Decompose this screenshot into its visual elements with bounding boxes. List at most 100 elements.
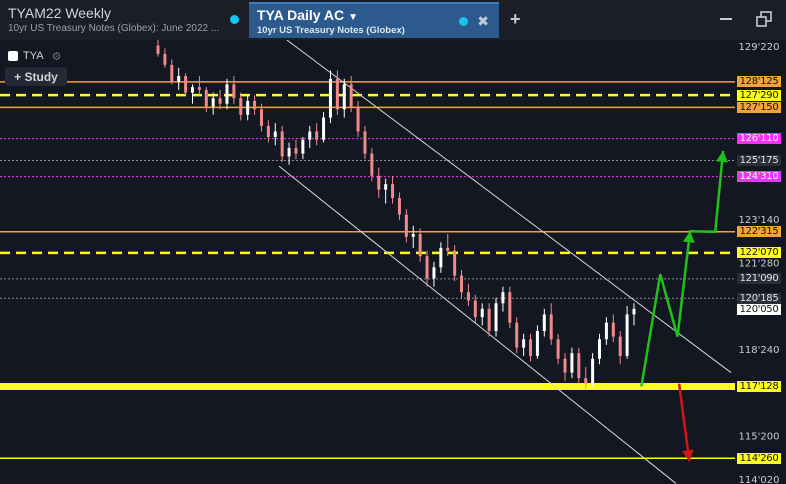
candle <box>549 303 553 345</box>
candle <box>466 283 470 307</box>
candle-body <box>356 106 360 132</box>
candle-body <box>529 339 533 356</box>
candle <box>184 73 188 96</box>
restore-window-icon[interactable] <box>756 11 772 27</box>
candle-body <box>349 84 353 107</box>
candle-body <box>225 84 229 104</box>
candle <box>522 333 526 356</box>
candle <box>218 89 222 110</box>
candle-body <box>453 250 457 276</box>
price-chart[interactable]: 129'220 123'140 121'280 118'240 115'200 114'0… <box>0 40 786 484</box>
candle <box>473 294 477 323</box>
tab-title: TYAM22 Weekly <box>8 5 111 21</box>
candle <box>453 245 457 282</box>
chevron-down-icon[interactable]: ▼ <box>348 12 358 23</box>
candle-body <box>404 214 408 237</box>
candle <box>391 175 395 204</box>
candle-body <box>397 197 401 215</box>
candle-body <box>584 378 588 384</box>
close-icon[interactable]: ✖ <box>477 13 489 30</box>
link-dot-icon[interactable] <box>230 15 239 24</box>
price-label: 127'290 <box>737 89 781 101</box>
candle-body <box>232 84 236 99</box>
candle <box>508 286 512 329</box>
candle <box>460 270 464 298</box>
symbol-visibility-checkbox[interactable] <box>8 51 18 61</box>
candle <box>356 100 360 138</box>
candle <box>570 347 574 379</box>
candle-body <box>535 331 539 356</box>
candle <box>411 225 415 248</box>
price-label: 124'310 <box>737 171 781 183</box>
channel-line <box>278 165 677 484</box>
candle-body <box>591 358 595 384</box>
minimize-icon[interactable] <box>720 18 732 20</box>
symbol-legend: TYA ⚙ <box>8 49 61 63</box>
candle-body <box>253 100 257 110</box>
candle-body <box>377 175 381 190</box>
candle <box>618 331 622 365</box>
candle <box>598 333 602 365</box>
gear-icon[interactable]: ⚙ <box>52 50 62 63</box>
candle-body <box>494 303 498 332</box>
candle <box>611 314 615 343</box>
candle-body <box>363 131 367 154</box>
candle-body <box>563 358 567 373</box>
candle-body <box>473 300 477 318</box>
add-tab-button[interactable]: + <box>510 9 521 30</box>
candle <box>556 333 560 365</box>
candle-body <box>287 148 291 157</box>
candle-body <box>239 98 243 115</box>
candle <box>397 192 401 221</box>
candle-body <box>598 339 602 359</box>
candle-body <box>184 76 188 93</box>
candle-body <box>570 353 574 373</box>
candle <box>384 178 388 204</box>
symbol-label: TYA <box>23 50 44 62</box>
price-label: 120'050 <box>737 304 781 316</box>
candle-body <box>370 153 374 176</box>
candle-body <box>632 308 636 315</box>
price-label: 122'070 <box>737 247 781 259</box>
tab-subtitle: 10yr US Treasury Notes (Globex): June 20… <box>8 23 220 34</box>
candle <box>487 303 491 337</box>
candle <box>328 70 332 124</box>
candle-body <box>190 87 194 93</box>
candle-body <box>418 234 422 257</box>
candle-body <box>508 292 512 323</box>
candle-body <box>266 125 270 138</box>
price-label: 122'315 <box>737 226 781 238</box>
candle-body <box>439 247 443 268</box>
candle <box>480 303 484 326</box>
candle-body <box>170 64 174 82</box>
tab-tyam22-weekly[interactable]: TYAM22 Weekly 10yr US Treasury Notes (Gl… <box>0 0 246 40</box>
candle <box>197 76 201 96</box>
candle-body <box>391 184 395 198</box>
candle-body <box>480 308 484 318</box>
add-study-button[interactable]: + Study <box>5 67 67 86</box>
price-label: 126'110 <box>737 133 781 145</box>
tab-subtitle: 10yr US Treasury Notes (Globex) <box>257 25 405 36</box>
candle-body <box>501 292 505 304</box>
candle <box>542 308 546 337</box>
horizontal-levels <box>0 81 735 459</box>
candle <box>515 317 519 354</box>
candle-body <box>604 322 608 340</box>
link-dot-icon[interactable] <box>459 17 468 26</box>
candle-body <box>556 339 560 359</box>
candle-body <box>301 139 305 154</box>
candle <box>342 78 346 118</box>
candle-body <box>549 314 553 340</box>
candle-body <box>384 184 388 190</box>
candle <box>246 95 250 121</box>
axis-tick-label: 115'200 <box>739 432 780 443</box>
candle-body <box>315 131 319 140</box>
candle <box>273 123 277 146</box>
projection-arrows <box>640 150 729 462</box>
candle <box>404 209 408 243</box>
candle <box>501 286 505 312</box>
tab-tya-daily-ac[interactable]: TYA Daily AC ▼ 10yr US Treasury Notes (Gl… <box>249 2 499 38</box>
candle <box>294 139 298 160</box>
candle <box>563 353 567 381</box>
candle-body <box>411 234 415 237</box>
